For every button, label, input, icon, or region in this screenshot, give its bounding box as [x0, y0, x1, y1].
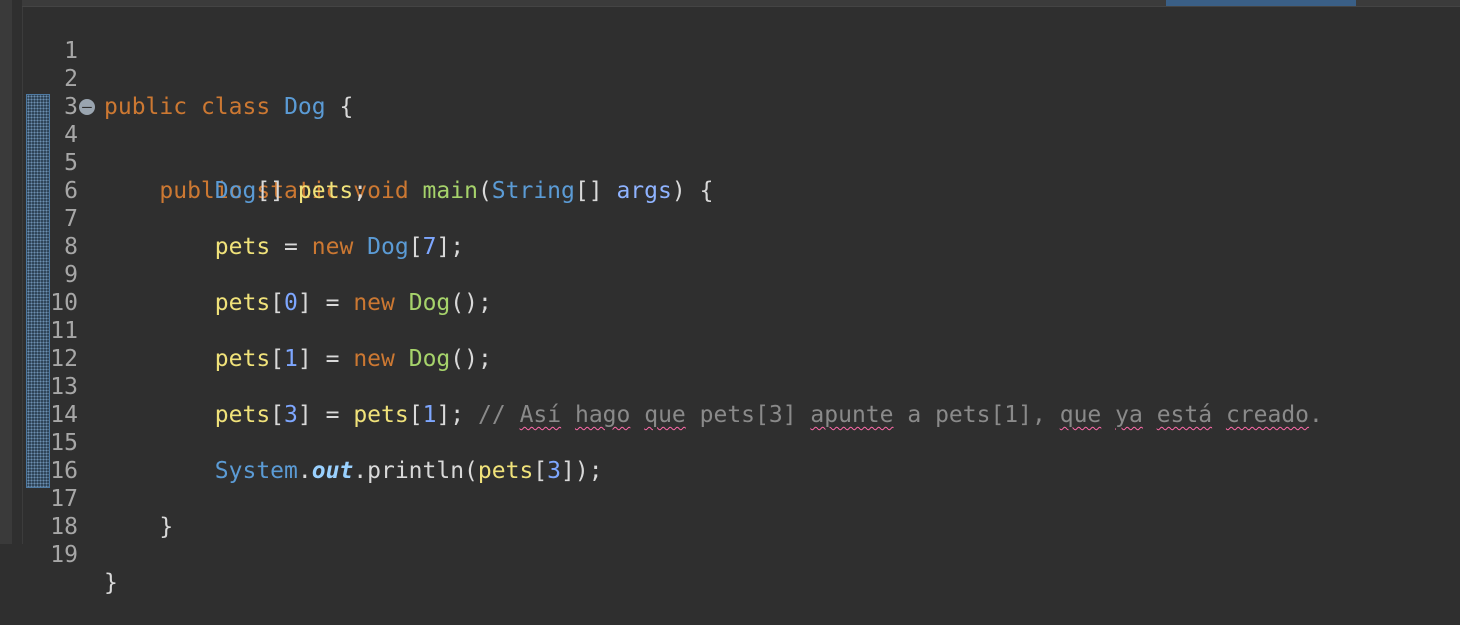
code-line: 13 pets[3] = pets[1]; // Así hago que pe…: [22, 345, 1460, 428]
code-line: 14: [22, 373, 1460, 428]
code-line: 18: [22, 485, 1460, 540]
code-line: 6: [22, 149, 1460, 204]
code-editor[interactable]: 1 2 public class Dog { 3 4 – public stat…: [22, 7, 1460, 596]
active-tab-indicator[interactable]: [1166, 0, 1356, 6]
code-line: 16: [22, 429, 1460, 484]
left-panel-strip: [0, 0, 12, 544]
code-line: 12: [22, 317, 1460, 372]
fold-collapse-icon[interactable]: –: [79, 99, 95, 115]
code-line: 3: [22, 65, 1460, 120]
line-number: 19: [50, 542, 78, 568]
code-line: 8: [22, 205, 1460, 260]
code-line: 7 pets = new Dog[7];: [22, 177, 1460, 260]
code-line: 19 }: [22, 513, 1460, 596]
code-line: 17 }: [22, 457, 1460, 540]
code-line: 15 System.out.println(pets[3]);: [22, 401, 1460, 484]
code-line: 5 Dog[] pets;: [22, 121, 1460, 204]
code-text[interactable]: }: [104, 569, 118, 597]
code-line: 1: [22, 9, 1460, 64]
code-line: 4 – public static void main(String[] arg…: [22, 93, 1460, 205]
code-line: 2 public class Dog {: [22, 37, 1460, 120]
code-line: 11 pets[1] = new Dog();: [22, 289, 1460, 372]
code-line: 9 pets[0] = new Dog();: [22, 233, 1460, 316]
code-line: 10: [22, 261, 1460, 316]
